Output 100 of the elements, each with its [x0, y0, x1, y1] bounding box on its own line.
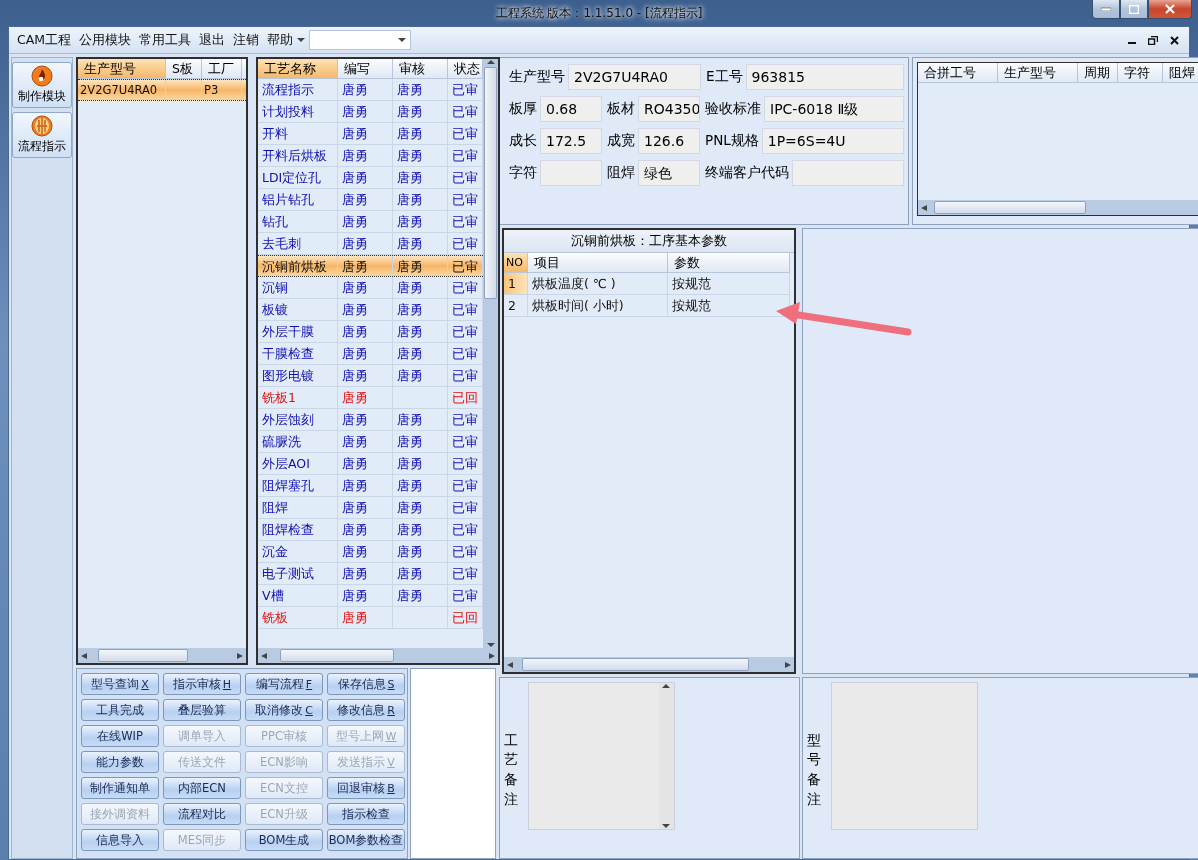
process-row[interactable]: 钻孔 唐勇 唐勇 已审: [258, 211, 483, 233]
menu-item[interactable]: 退出: [195, 29, 230, 51]
minimize-button[interactable]: [1092, 0, 1120, 19]
process-row[interactable]: 电子测试 唐勇 唐勇 已审: [258, 563, 483, 585]
process-row[interactable]: 沉金 唐勇 唐勇 已审: [258, 541, 483, 563]
menu-item[interactable]: 公用模块: [75, 29, 136, 51]
menu-item[interactable]: CAM工程: [13, 29, 76, 51]
process-row[interactable]: 阻焊 唐勇 唐勇 已审: [258, 497, 483, 519]
close-button[interactable]: [1148, 0, 1192, 19]
column-header[interactable]: 字符: [1118, 63, 1163, 83]
process-row[interactable]: 沉铜前烘板 唐勇 唐勇 已审: [258, 255, 483, 277]
action-button[interactable]: 指示检查: [327, 803, 405, 825]
process-row[interactable]: 板镀 唐勇 唐勇 已审: [258, 299, 483, 321]
action-button[interactable]: 流程对比: [163, 803, 241, 825]
text-field[interactable]: 172.5: [540, 128, 602, 154]
action-button[interactable]: BOM生成: [245, 829, 323, 851]
action-button[interactable]: 修改信息 R: [327, 699, 405, 721]
action-button[interactable]: 回退审核 B: [327, 777, 405, 799]
process-row[interactable]: 铣板 唐勇 已回: [258, 607, 483, 629]
text-field[interactable]: IPC-6018 Ⅱ级: [764, 96, 904, 122]
table-cell: 开料后烘板: [258, 145, 338, 167]
action-button[interactable]: BOM参数检查: [327, 829, 405, 851]
note-field[interactable]: [830, 682, 978, 830]
vertical-scrollbar[interactable]: [483, 59, 498, 648]
horizontal-scrollbar[interactable]: [78, 648, 246, 663]
horizontal-scrollbar[interactable]: [258, 648, 498, 663]
process-row[interactable]: 开料 唐勇 唐勇 已审: [258, 123, 483, 145]
process-row[interactable]: 流程指示 唐勇 唐勇 已审: [258, 79, 483, 101]
text-field[interactable]: [792, 160, 904, 186]
column-header[interactable]: 工艺名称: [258, 59, 338, 79]
note-label: 型号备注: [807, 730, 821, 809]
column-header[interactable]: 生产型号: [998, 63, 1078, 83]
restore-icon[interactable]: [1148, 35, 1158, 45]
horizontal-scrollbar[interactable]: [504, 657, 794, 672]
table-cell: 烘板时间( 小时): [528, 295, 668, 317]
process-row[interactable]: LDI定位孔 唐勇 唐勇 已审: [258, 167, 483, 189]
menu-item[interactable]: 注销: [229, 29, 264, 51]
table-row[interactable]: 2V2G7U4RA0 P3: [78, 79, 246, 101]
column-header[interactable]: 审核: [393, 59, 448, 79]
action-button[interactable]: 制作通知单: [81, 777, 159, 799]
action-button[interactable]: 信息导入: [81, 829, 159, 851]
nav-button[interactable]: 制作模块: [12, 62, 72, 108]
process-row[interactable]: 图形电镀 唐勇 唐勇 已审: [258, 365, 483, 387]
action-button[interactable]: 指示审核 H: [163, 673, 241, 695]
horizontal-scrollbar[interactable]: [918, 200, 1198, 215]
text-field[interactable]: 1P=6S=4U: [761, 128, 904, 154]
combo-box[interactable]: [309, 30, 412, 50]
close-icon[interactable]: [1170, 35, 1179, 45]
process-row[interactable]: 沉铜 唐勇 唐勇 已审: [258, 277, 483, 299]
table-cell: 唐勇: [393, 145, 448, 167]
column-header[interactable]: 编写: [338, 59, 393, 79]
scroll-right-icon: [488, 652, 496, 659]
action-button[interactable]: 取消修改 C: [245, 699, 323, 721]
process-row[interactable]: 外层干膜 唐勇 唐勇 已审: [258, 321, 483, 343]
text-field[interactable]: 963815: [745, 64, 904, 90]
process-row[interactable]: 外层蚀刻 唐勇 唐勇 已审: [258, 409, 483, 431]
column-header[interactable]: 生产型号: [78, 59, 166, 79]
column-header[interactable]: 阻焊: [1163, 63, 1198, 83]
process-row[interactable]: 干膜检查 唐勇 唐勇 已审: [258, 343, 483, 365]
process-row[interactable]: V槽 唐勇 唐勇 已审: [258, 585, 483, 607]
text-field[interactable]: RO4350: [638, 96, 700, 122]
action-button[interactable]: 在线WIP: [81, 725, 159, 747]
action-button[interactable]: 编写流程 F: [245, 673, 323, 695]
text-field[interactable]: [540, 160, 602, 186]
action-button[interactable]: 叠层验算: [163, 699, 241, 721]
action-button[interactable]: 型号查询 X: [81, 673, 159, 695]
column-header[interactable]: 周期: [1078, 63, 1118, 83]
column-header[interactable]: 项目: [528, 253, 668, 273]
process-row[interactable]: 硫脲洗 唐勇 唐勇 已审: [258, 431, 483, 453]
text-field[interactable]: 2V2G7U4RA0: [568, 64, 701, 90]
table-cell: 唐勇: [338, 409, 393, 431]
process-row[interactable]: 外层AOI 唐勇 唐勇 已审: [258, 453, 483, 475]
text-field[interactable]: 126.6: [638, 128, 700, 154]
text-field[interactable]: 0.68: [540, 96, 602, 122]
menu-item[interactable]: 常用工具: [135, 29, 196, 51]
table-row[interactable]: 1 烘板温度( ℃ ) 按规范: [504, 273, 794, 295]
column-header[interactable]: 参数: [668, 253, 790, 273]
action-button[interactable]: 能力参数: [81, 751, 159, 773]
process-row[interactable]: 铣板1 唐勇 已回: [258, 387, 483, 409]
text-field[interactable]: 绿色: [638, 160, 700, 186]
maximize-button[interactable]: [1120, 0, 1148, 19]
column-header[interactable]: 合拼工号: [918, 63, 998, 83]
process-row[interactable]: 计划投料 唐勇 唐勇 已审: [258, 101, 483, 123]
table-cell: 板镀: [258, 299, 338, 321]
column-header[interactable]: 工厂: [202, 59, 242, 79]
action-button[interactable]: 工具完成: [81, 699, 159, 721]
column-header[interactable]: NO: [504, 253, 528, 273]
table-cell: 电子测试: [258, 563, 338, 585]
column-header[interactable]: 状态: [448, 59, 483, 79]
note-field[interactable]: [527, 682, 675, 830]
process-row[interactable]: 开料后烘板 唐勇 唐勇 已审: [258, 145, 483, 167]
process-row[interactable]: 阻焊检查 唐勇 唐勇 已审: [258, 519, 483, 541]
action-button[interactable]: 保存信息 S: [327, 673, 405, 695]
process-row[interactable]: 铝片钻孔 唐勇 唐勇 已审: [258, 189, 483, 211]
column-header[interactable]: S板: [166, 59, 202, 79]
action-button[interactable]: 内部ECN: [163, 777, 241, 799]
process-row[interactable]: 阻焊塞孔 唐勇 唐勇 已审: [258, 475, 483, 497]
table-cell: 阻焊检查: [258, 519, 338, 541]
menu-item[interactable]: 帮助: [263, 29, 298, 51]
nav-button[interactable]: 流程指示: [12, 112, 72, 158]
